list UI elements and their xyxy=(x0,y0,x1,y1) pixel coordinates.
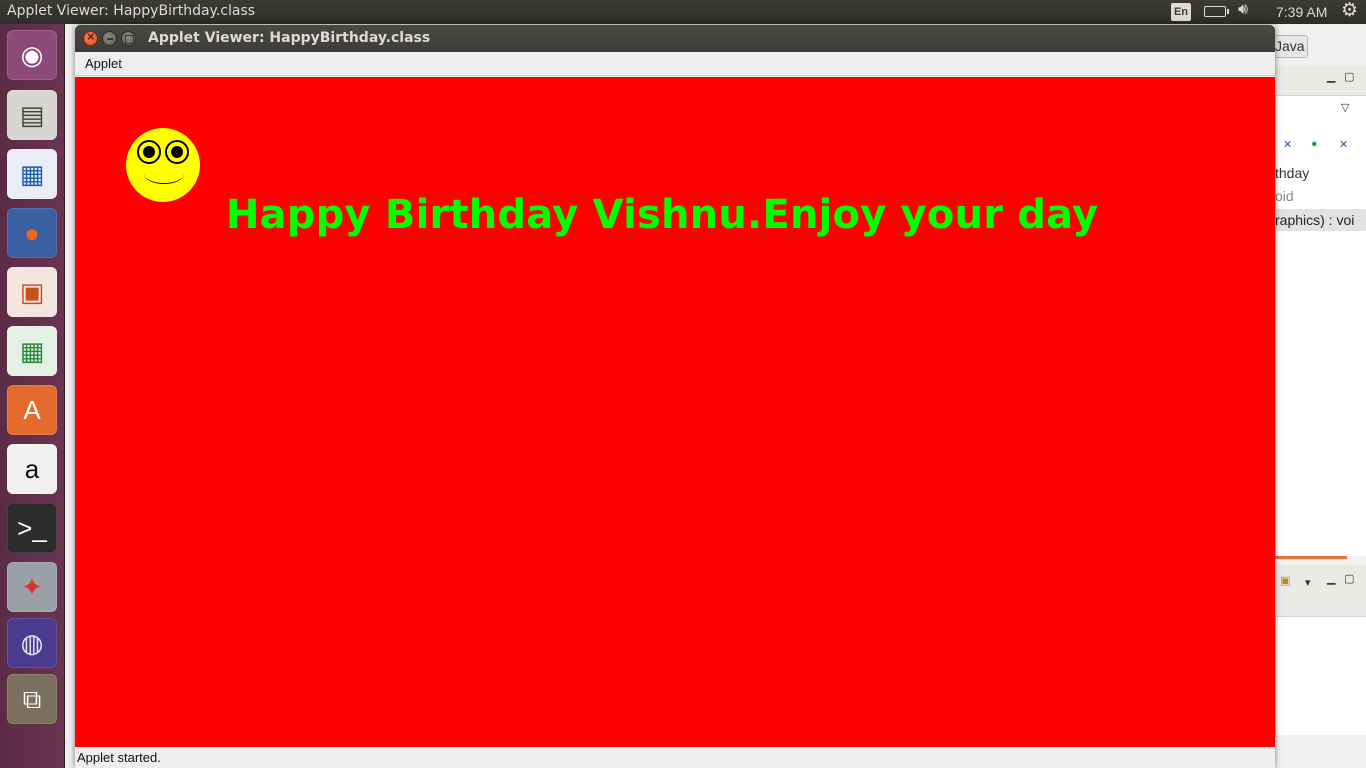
launcher-workspace-switcher[interactable]: ⧉ xyxy=(7,674,57,724)
smiley-left-eye xyxy=(137,140,161,164)
system-settings-icon: ✦ xyxy=(21,572,43,602)
smiley-right-eye xyxy=(165,140,189,164)
ubuntu-dash-icon: ◉ xyxy=(20,40,44,70)
launcher-ubuntu-dash[interactable]: ◉ xyxy=(7,30,57,80)
birthday-greeting: Happy Birthday Vishnu.Enjoy your day xyxy=(226,192,1099,238)
launcher-impress[interactable]: ▣ xyxy=(7,267,57,317)
active-window-title: Applet Viewer: HappyBirthday.class xyxy=(7,3,256,19)
calc-icon: ▦ xyxy=(19,336,45,366)
smiley-mouth xyxy=(144,164,184,184)
software-center-icon: A xyxy=(23,395,41,425)
outline-item[interactable]: thday xyxy=(1275,165,1309,181)
firefox-icon: ● xyxy=(24,218,40,248)
close-button[interactable] xyxy=(83,29,98,46)
clock[interactable]: 7:39 AM xyxy=(1276,4,1327,20)
terminal-icon: >_ xyxy=(17,513,47,543)
maximize-icon[interactable]: ▢ xyxy=(1344,572,1354,585)
outline-item[interactable]: oid xyxy=(1275,188,1294,204)
minimize-icon[interactable]: ▁ xyxy=(1327,572,1335,585)
session-gear-icon[interactable]: ⚙ xyxy=(1341,0,1358,22)
progress-indicator xyxy=(1275,556,1347,559)
applet-viewer-window: Applet Viewer: HappyBirthday.class Apple… xyxy=(75,25,1275,768)
applet-canvas[interactable]: Happy Birthday Vishnu.Enjoy your day xyxy=(75,77,1275,747)
window-title: Applet Viewer: HappyBirthday.class xyxy=(148,30,431,46)
launcher-terminal[interactable]: >_ xyxy=(7,503,57,553)
keyboard-layout-indicator[interactable]: En xyxy=(1171,3,1191,21)
minimize-button[interactable] xyxy=(102,31,117,46)
launcher-software-center[interactable]: A xyxy=(7,385,57,435)
launcher-eclipse[interactable]: ◍ xyxy=(7,618,57,668)
launcher-files[interactable]: ▤ xyxy=(7,90,57,140)
impress-icon: ▣ xyxy=(19,277,45,307)
status-bar: Applet started. xyxy=(75,747,1275,768)
outline-item-selected[interactable]: raphics) : voi xyxy=(1275,209,1366,231)
java-perspective-button[interactable]: Java xyxy=(1270,35,1308,58)
writer-icon: ▦ xyxy=(19,159,45,189)
window-titlebar[interactable]: Applet Viewer: HappyBirthday.class xyxy=(75,25,1275,52)
hide-nonpublic-icon[interactable]: ● xyxy=(1311,138,1318,150)
launcher-amazon[interactable]: a xyxy=(7,444,57,494)
eclipse-icon: ◍ xyxy=(20,628,44,658)
battery-icon[interactable] xyxy=(1204,6,1229,17)
volume-icon[interactable]: 🔊︎ xyxy=(1238,1,1248,19)
hide-local-types-icon[interactable]: ✕ xyxy=(1339,138,1348,151)
menu-bar: Applet xyxy=(75,52,1275,76)
minimize-icon[interactable]: ▁ xyxy=(1327,70,1335,83)
dropdown-chevron-icon[interactable]: ▾ xyxy=(1305,576,1311,589)
launcher: ◉ ▤ ▦ ● ▣ ▦ Aa >_ ✦ ◍ ⧉ xyxy=(0,24,65,768)
launcher-calc[interactable]: ▦ xyxy=(7,326,57,376)
launcher-writer[interactable]: ▦ xyxy=(7,149,57,199)
menu-applet[interactable]: Applet xyxy=(85,56,122,71)
status-text: Applet started. xyxy=(77,750,161,765)
new-item-icon[interactable]: ▣ xyxy=(1280,574,1290,587)
top-panel: Applet Viewer: HappyBirthday.class En 🔊︎… xyxy=(0,0,1366,24)
hide-fields-icon[interactable]: ✕ xyxy=(1283,138,1292,151)
launcher-firefox[interactable]: ● xyxy=(7,208,57,258)
smiley-face xyxy=(126,128,200,202)
launcher-system-settings[interactable]: ✦ xyxy=(7,562,57,612)
files-icon: ▤ xyxy=(19,100,45,130)
workspace-switcher-icon: ⧉ xyxy=(22,684,42,714)
maximize-icon[interactable]: ▢ xyxy=(1344,70,1354,83)
maximize-button[interactable] xyxy=(121,31,136,46)
view-menu-chevron-icon[interactable]: ▽ xyxy=(1341,101,1349,114)
amazon-icon: a xyxy=(24,454,40,484)
